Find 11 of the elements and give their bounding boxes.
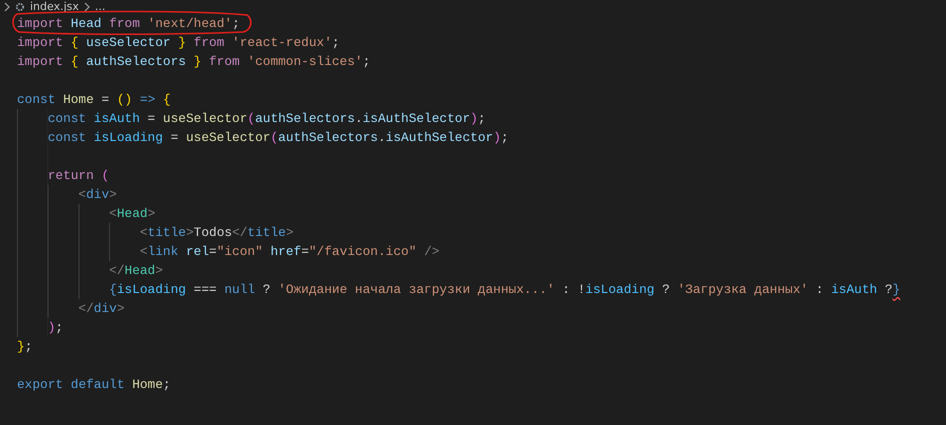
code-line: import Head from 'next/head'; xyxy=(17,14,240,33)
chevron-right-icon xyxy=(4,2,10,12)
gear-icon xyxy=(15,2,25,12)
breadcrumb-item[interactable]: ... xyxy=(94,0,106,14)
code-line: import { authSelectors } from 'common-slices'; xyxy=(17,53,370,71)
code-line: }; xyxy=(17,338,32,356)
breadcrumb-item[interactable]: index.jsx xyxy=(30,0,79,14)
code-line: const Home = () => { xyxy=(17,91,171,109)
code-line: import { useSelector } from 'react-redux'; xyxy=(17,34,340,52)
code-line: export default Home; xyxy=(17,376,171,394)
chevron-right-icon xyxy=(84,2,90,12)
